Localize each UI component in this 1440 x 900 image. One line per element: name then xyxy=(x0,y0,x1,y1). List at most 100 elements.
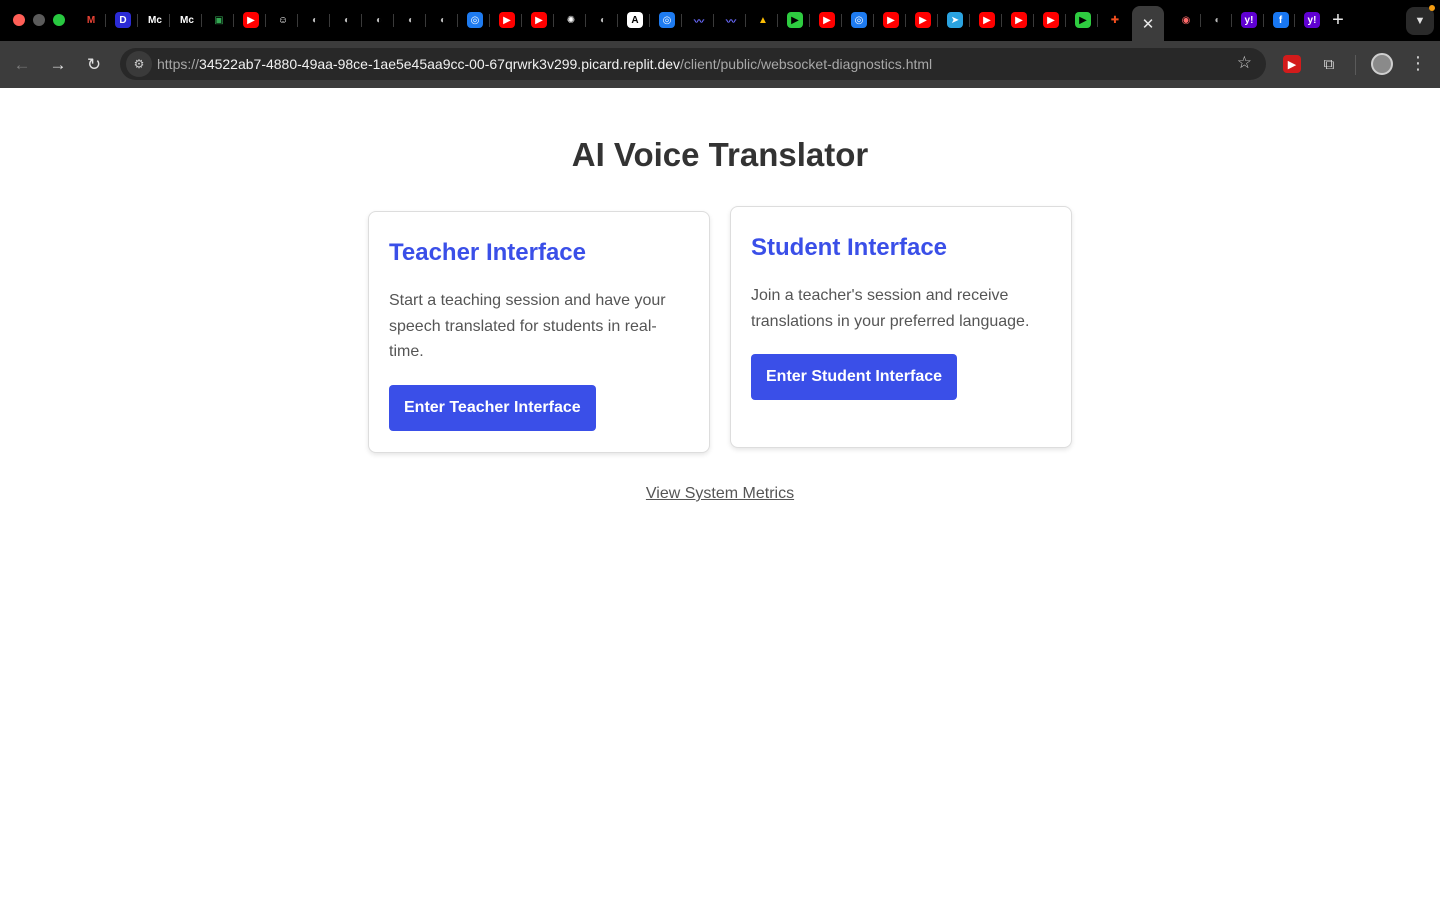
chevron-down-icon: ▼ xyxy=(1414,15,1426,27)
globe-tab-icon-6[interactable]: ◐ xyxy=(595,12,611,28)
youtube-tab-icon-7[interactable]: ▶ xyxy=(979,12,995,28)
youtube-tab-icon-4[interactable]: ▶ xyxy=(819,12,835,28)
page-title: AI Voice Translator xyxy=(571,136,869,173)
spiral-tab-icon[interactable]: ◎ xyxy=(467,12,483,28)
wave-tab-icon-2[interactable]: 〰 xyxy=(723,12,739,28)
tab-separator xyxy=(1262,14,1264,27)
reload-icon: ↻ xyxy=(86,55,102,74)
pinned-tabs: M D Mc Mc ▣ ▶ ☺ ◐ ◐ ◐ ◐ ◐ ◎ ▶ ▶ ✺ ◐ A ◎ 〰〰 ▲ ▶ ▶ ◎ ▶ ▶ ➤ ▶ ▶ ▶ ▶ ✚ xyxy=(78,0,1128,41)
medium-tab-icon-2[interactable]: Mc xyxy=(179,12,195,28)
url-text[interactable]: https://34522ab7-4880-49aa-98ce-1ae5e45a… xyxy=(157,56,932,72)
tab-search-button[interactable]: ▼ xyxy=(1406,7,1434,35)
tune-icon: ⚙ xyxy=(133,57,145,71)
yahoo-tab-icon[interactable]: y! xyxy=(1241,12,1257,28)
wave-tab-icon[interactable]: 〰 xyxy=(691,12,707,28)
youtube-tab-icon-3[interactable]: ▶ xyxy=(531,12,547,28)
tab-separator xyxy=(393,14,394,27)
browser-menu-icon[interactable]: ⋮ xyxy=(1408,53,1428,74)
enter-student-interface-button[interactable]: Enter Student Interface xyxy=(751,354,958,400)
tab-separator xyxy=(297,14,298,27)
medium-tab-icon[interactable]: Mc xyxy=(147,12,163,28)
back-button[interactable]: ← xyxy=(8,51,36,79)
window-maximize-button[interactable] xyxy=(53,14,65,26)
globe-tab-icon-5[interactable]: ◐ xyxy=(435,12,451,28)
url-path: /client/public/websocket-diagnostics.htm… xyxy=(680,56,933,72)
youtube-tab-icon-2[interactable]: ▶ xyxy=(499,12,515,28)
extension-red-icon[interactable]: ▶ xyxy=(1283,55,1301,73)
tab-separator xyxy=(649,14,650,27)
tab-separator xyxy=(1097,14,1098,27)
tab-separator xyxy=(201,14,202,27)
new-tab-button[interactable]: + xyxy=(1326,9,1350,33)
browser-toolbar: ← → ↻ ⚙ https://34522ab7-4880-49aa-98ce-… xyxy=(0,41,1440,88)
window-close-button[interactable] xyxy=(13,14,25,26)
tab-separator xyxy=(521,14,522,27)
window-minimize-button[interactable] xyxy=(33,14,45,26)
trailing-tabs: ◉ ◐ y! f y! xyxy=(1173,0,1323,41)
tab-separator xyxy=(617,14,618,27)
tab-separator xyxy=(1199,14,1201,27)
view-system-metrics-link: View System Metrics xyxy=(0,485,1440,503)
d-app-tab-icon[interactable]: D xyxy=(115,12,131,28)
globe-tab-icon-3[interactable]: ◐ xyxy=(371,12,387,28)
teacher-card: Teacher Interface Start a teaching sessi… xyxy=(368,211,710,453)
spiral-tab-icon-2[interactable]: ◎ xyxy=(659,12,675,28)
url-host: 34522ab7-4880-49aa-98ce-1ae5e45aa9cc-00-… xyxy=(199,56,681,72)
a-app-tab-icon[interactable]: A xyxy=(627,12,643,28)
youtube-tab-icon-8[interactable]: ▶ xyxy=(1011,12,1027,28)
toolbar-divider xyxy=(1355,55,1356,75)
google-meet-tab-icon[interactable]: ▣ xyxy=(211,12,227,28)
tab-separator xyxy=(1001,14,1002,27)
close-tab-icon[interactable]: ✕ xyxy=(1142,15,1155,33)
tab-separator xyxy=(873,14,874,27)
arrow-right-icon: → xyxy=(49,55,67,74)
tab-separator xyxy=(169,14,170,27)
extensions-puzzle-icon[interactable]: ⧉ xyxy=(1320,55,1338,73)
student-card-description: Join a teacher's session and receive tra… xyxy=(751,287,1030,330)
site-info-button[interactable]: ⚙ xyxy=(126,51,152,77)
globe-tab-icon[interactable]: ◐ xyxy=(307,12,323,28)
tab-separator xyxy=(137,14,138,27)
profile-avatar[interactable] xyxy=(1371,53,1393,75)
globe-tab-icon-2[interactable]: ◐ xyxy=(339,12,355,28)
tab-separator xyxy=(105,14,106,27)
tab-separator xyxy=(1231,14,1232,27)
student-card: Student Interface Join a teacher's sessi… xyxy=(730,206,1072,448)
record-tab-icon[interactable]: ◉ xyxy=(1178,12,1194,28)
play-green-tab-icon[interactable]: ▶ xyxy=(787,12,803,28)
youtube-tab-icon-5[interactable]: ▶ xyxy=(883,12,899,28)
address-bar[interactable]: ⚙ https://34522ab7-4880-49aa-98ce-1ae5e4… xyxy=(120,48,1266,80)
student-card-heading: Student Interface xyxy=(751,234,948,261)
youtube-tab-icon-9[interactable]: ▶ xyxy=(1043,12,1059,28)
youtube-tab-icon[interactable]: ▶ xyxy=(243,12,259,28)
telegram-tab-icon[interactable]: ➤ xyxy=(947,12,963,28)
youtube-tab-icon-6[interactable]: ▶ xyxy=(915,12,931,28)
globe-tab-icon-4[interactable]: ◐ xyxy=(403,12,419,28)
tab-separator xyxy=(809,14,810,27)
facebook-tab-icon[interactable]: f xyxy=(1272,12,1289,28)
teacher-card-description: Start a teaching session and have your s… xyxy=(389,292,666,360)
tab-separator xyxy=(425,14,426,27)
view-system-metrics-anchor[interactable]: View System Metrics xyxy=(646,485,794,502)
google-drive-tab-icon[interactable]: ▲ xyxy=(755,12,771,28)
reload-button[interactable]: ↻ xyxy=(80,51,108,79)
gmail-tab-icon[interactable]: M xyxy=(83,12,99,28)
tab-separator xyxy=(1033,14,1034,27)
tab-separator xyxy=(681,14,682,27)
play-green-tab-icon-2[interactable]: ▶ xyxy=(1075,12,1091,28)
tab-separator xyxy=(905,14,906,27)
bookmark-star-icon[interactable]: ☆ xyxy=(1237,53,1252,73)
notification-dot xyxy=(1429,5,1435,11)
active-tab[interactable]: ✕ xyxy=(1132,6,1164,41)
globe-tab-icon-7[interactable]: ◐ xyxy=(1210,12,1226,28)
forward-button[interactable]: → xyxy=(44,51,72,79)
tab-separator xyxy=(329,14,330,27)
enter-teacher-interface-button[interactable]: Enter Teacher Interface xyxy=(389,384,596,431)
smiley-tab-icon[interactable]: ☺ xyxy=(275,12,291,28)
tab-separator xyxy=(233,14,234,27)
tab-separator xyxy=(457,14,458,27)
spiral-tab-icon-3[interactable]: ◎ xyxy=(851,12,867,28)
openai-tab-icon[interactable]: ✺ xyxy=(563,12,579,28)
figma-tab-icon[interactable]: ✚ xyxy=(1107,12,1123,28)
yahoo-tab-icon-2[interactable]: y! xyxy=(1304,12,1320,28)
